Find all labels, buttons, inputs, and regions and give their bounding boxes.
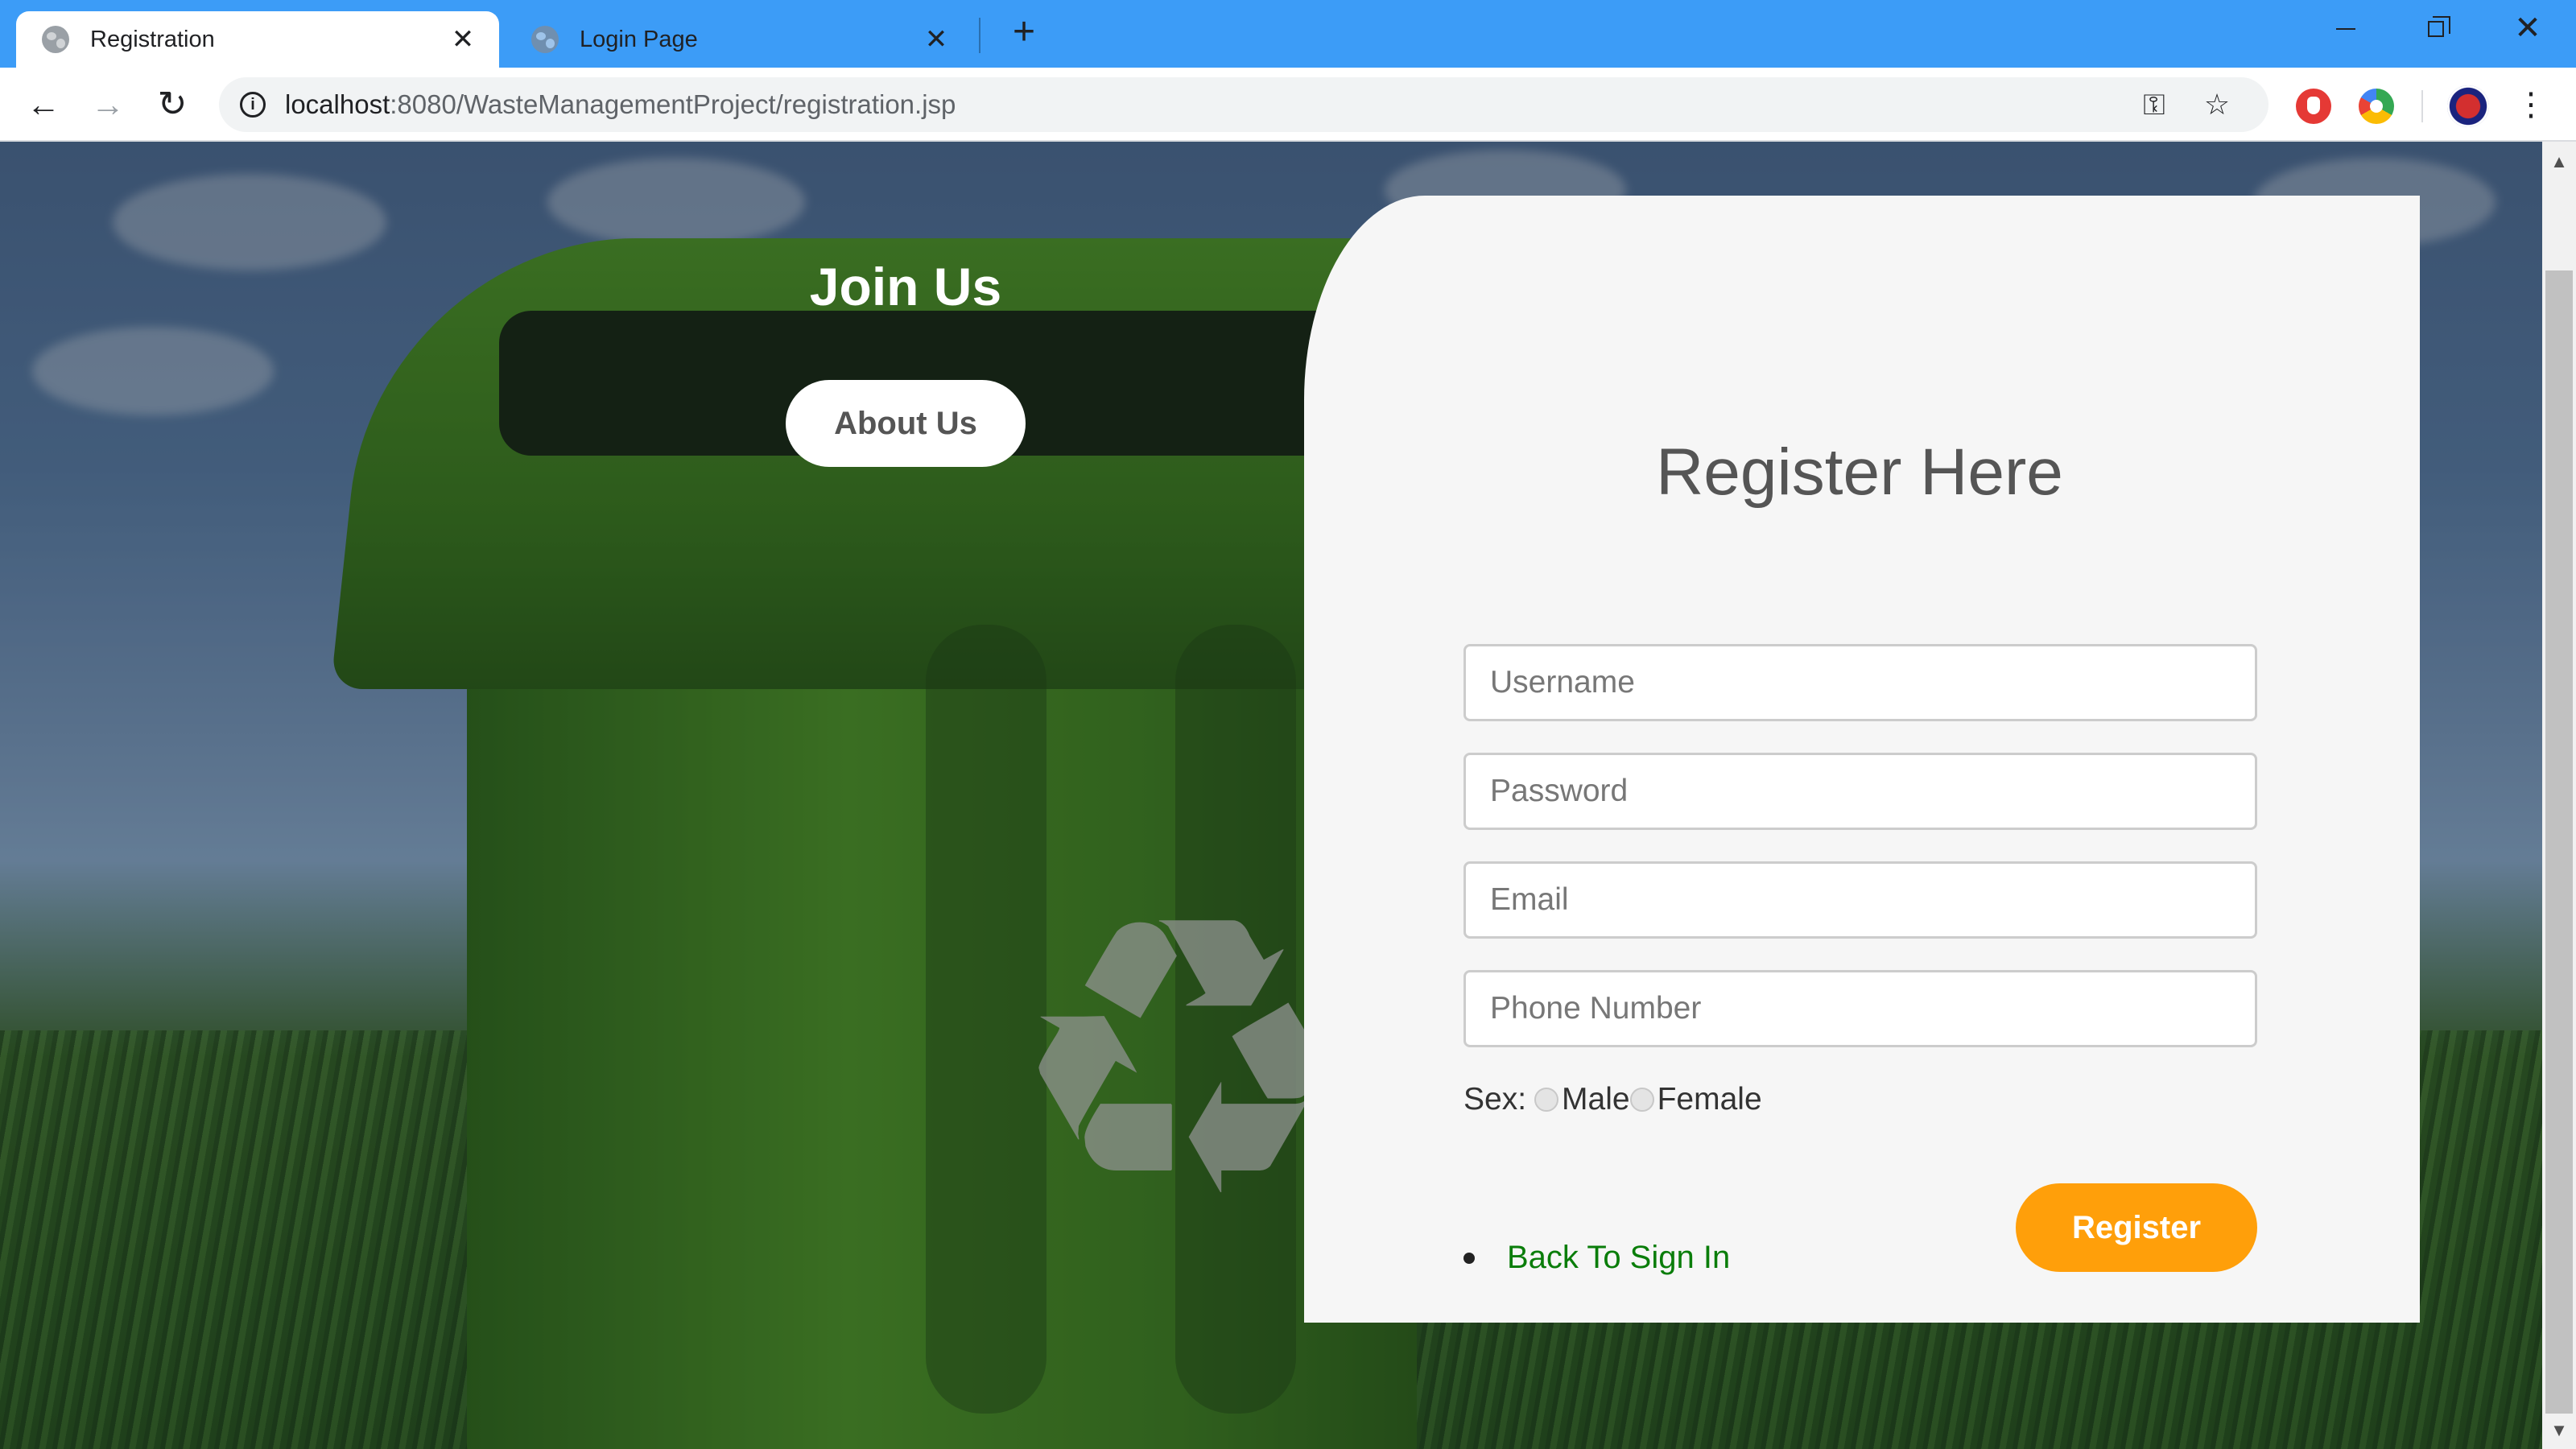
register-button[interactable]: Register	[2016, 1183, 2257, 1272]
username-input[interactable]	[1463, 644, 2257, 721]
minimize-icon	[2336, 28, 2355, 31]
back-button[interactable]: ←	[24, 85, 63, 124]
globe-icon	[531, 26, 559, 53]
adblock-extension-icon[interactable]	[2296, 89, 2331, 124]
scroll-thumb[interactable]	[2545, 270, 2573, 1414]
female-radio[interactable]	[1629, 1088, 1654, 1112]
url-host: localhost	[285, 89, 390, 119]
restore-icon	[2428, 16, 2450, 38]
sex-label: Sex:	[1463, 1082, 1527, 1117]
restore-button[interactable]	[2412, 8, 2460, 48]
globe-icon	[42, 26, 69, 53]
vertical-scrollbar[interactable]: ▲ ▼	[2542, 142, 2576, 1449]
phone-number-input[interactable]	[1463, 970, 2257, 1047]
tab-separator	[979, 18, 980, 53]
forward-button[interactable]: →	[89, 85, 127, 124]
tab-strip: Registration ✕ Login Page ✕ + ✕	[0, 0, 2576, 68]
female-label[interactable]: Female	[1657, 1082, 1762, 1117]
list-item: Back To Sign In	[1463, 1240, 1730, 1276]
scroll-down-arrow[interactable]: ▼	[2542, 1418, 2576, 1443]
reload-button[interactable]: ↻	[153, 85, 192, 124]
extension-icon[interactable]	[2359, 89, 2394, 124]
email-input[interactable]	[1463, 861, 2257, 939]
new-tab-button[interactable]: +	[1006, 13, 1042, 52]
register-heading: Register Here	[1656, 436, 2063, 509]
tab-registration[interactable]: Registration ✕	[16, 11, 499, 68]
join-us-heading: Join Us	[809, 257, 1002, 316]
minimize-button[interactable]	[2322, 8, 2370, 48]
about-us-button[interactable]: About Us	[786, 380, 1026, 467]
back-to-sign-in-link[interactable]: Back To Sign In	[1507, 1240, 1730, 1276]
menu-icon[interactable]: ⋮	[2515, 85, 2547, 124]
profile-avatar[interactable]	[2447, 85, 2489, 127]
scroll-up-arrow[interactable]: ▲	[2542, 150, 2576, 174]
password-input[interactable]	[1463, 753, 2257, 830]
browser-toolbar: ← → ↻ i localhost:8080/WasteManagementPr…	[0, 68, 2576, 142]
tab-title: Login Page	[580, 26, 698, 52]
male-label[interactable]: Male	[1562, 1082, 1630, 1117]
key-icon[interactable]: ⚿	[2138, 89, 2170, 121]
tab-login-page[interactable]: Login Page ✕	[506, 11, 972, 68]
close-tab-icon[interactable]: ✕	[449, 26, 477, 53]
address-bar[interactable]: i localhost:8080/WasteManagementProject/…	[219, 77, 2268, 132]
sex-radio-group: Sex: Male Female	[1463, 1082, 1762, 1117]
male-radio[interactable]	[1534, 1088, 1559, 1112]
tab-title: Registration	[90, 26, 215, 52]
url-text[interactable]: localhost:8080/WasteManagementProject/re…	[285, 89, 956, 120]
toolbar-divider	[2421, 90, 2423, 122]
close-tab-icon[interactable]: ✕	[923, 26, 950, 53]
site-info-icon[interactable]: i	[240, 92, 266, 118]
star-icon[interactable]: ☆	[2201, 89, 2233, 121]
close-window-button[interactable]: ✕	[2504, 8, 2552, 48]
url-path: :8080/WasteManagementProject/registratio…	[390, 89, 956, 119]
bullet	[1463, 1252, 1475, 1264]
